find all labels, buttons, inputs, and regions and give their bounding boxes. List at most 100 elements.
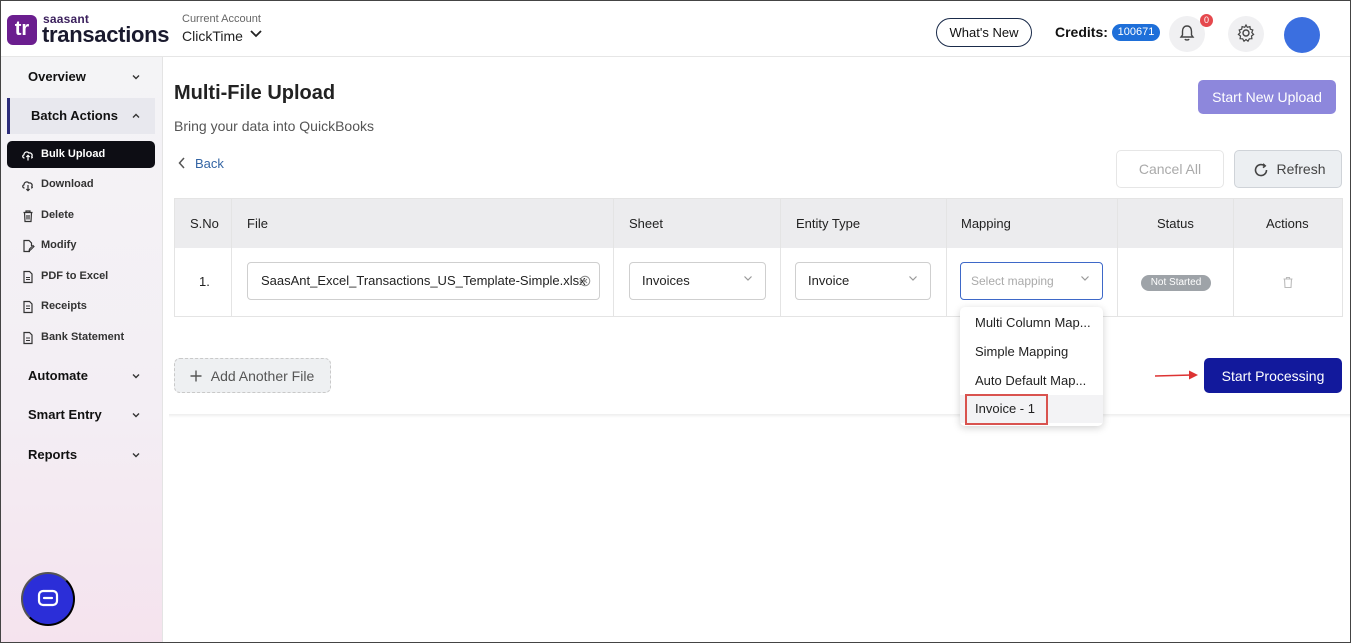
credits-badge: 100671 [1112, 24, 1160, 41]
sidebar-item-label: Download [41, 178, 94, 190]
sidebar-section-smart-entry[interactable]: Smart Entry [7, 397, 155, 433]
whats-new-button[interactable]: What's New [936, 18, 1032, 47]
sidebar-item-label: Bank Statement [41, 331, 125, 343]
file-document-icon [23, 331, 33, 345]
sidebar-section-label: Reports [28, 447, 78, 462]
chevron-down-icon [132, 413, 140, 418]
sidebar-section-label: Batch Actions [31, 108, 118, 123]
entity-type-select[interactable]: Invoice [795, 262, 931, 300]
cancel-all-button[interactable]: Cancel All [1116, 150, 1224, 188]
chevron-down-icon [1081, 276, 1089, 281]
sidebar-item-bulk-upload[interactable]: Bulk Upload [7, 141, 155, 168]
brand-logo-icon[interactable]: tr [7, 15, 37, 45]
column-header: Sheet [629, 216, 663, 231]
file-field[interactable]: SaasAnt_Excel_Transactions_US_Template-S… [247, 262, 600, 300]
receipt-icon [23, 300, 33, 314]
file-edit-icon [23, 239, 35, 253]
chevron-down-icon [132, 453, 140, 458]
column-divider [946, 199, 947, 316]
cloud-download-icon [22, 181, 33, 192]
status-badge: Not Started [1141, 275, 1211, 291]
mapping-option[interactable]: Multi Column Map... [960, 309, 1103, 337]
column-header: Mapping [961, 216, 1011, 231]
mapping-option[interactable]: Auto Default Map... [960, 367, 1103, 395]
annotation-arrow-icon [1154, 370, 1198, 380]
file-pdf-icon [23, 270, 33, 284]
sidebar-item-label: Receipts [41, 300, 87, 312]
divider [169, 414, 1350, 418]
mapping-select[interactable]: Select mapping [960, 262, 1103, 300]
chevron-down-icon[interactable] [249, 27, 263, 41]
sheet-select[interactable]: Invoices [629, 262, 766, 300]
sheet-value: Invoices [642, 273, 690, 288]
back-link[interactable]: Back [177, 156, 224, 173]
trash-icon[interactable] [1282, 276, 1294, 289]
sidebar-section-label: Smart Entry [28, 407, 102, 422]
bell-icon [1179, 24, 1195, 41]
column-divider [613, 199, 614, 316]
account-selector[interactable]: ClickTime [182, 28, 243, 44]
mapping-option[interactable]: Simple Mapping [960, 338, 1103, 366]
upload-table: S.No File Sheet Entity Type Mapping Stat… [174, 198, 1343, 317]
start-new-upload-button[interactable]: Start New Upload [1198, 80, 1336, 114]
app-header: tr saasant transactions Current Account … [1, 1, 1350, 57]
clear-icon[interactable] [579, 275, 591, 287]
refresh-label: Refresh [1276, 161, 1326, 177]
column-header: File [247, 216, 268, 231]
plus-icon [190, 370, 202, 382]
account-label: Current Account [182, 13, 261, 25]
refresh-icon [1254, 163, 1268, 177]
refresh-button[interactable]: Refresh [1234, 150, 1342, 188]
column-header: Entity Type [796, 216, 861, 231]
sidebar-item-modify[interactable]: Modify [7, 232, 155, 259]
sidebar-item-pdf-to-excel[interactable]: PDF to Excel [7, 263, 155, 290]
sidebar-item-receipts[interactable]: Receipts [7, 293, 155, 320]
credits-label: Credits: [1055, 24, 1108, 40]
user-avatar[interactable] [1284, 17, 1320, 53]
entity-type-value: Invoice [808, 273, 850, 288]
file-name: SaasAnt_Excel_Transactions_US_Template-S… [261, 273, 586, 288]
column-header: Actions [1266, 216, 1309, 231]
chevron-down-icon [132, 374, 140, 379]
add-file-label: Add Another File [210, 367, 315, 384]
mapping-placeholder: Select mapping [971, 274, 1054, 288]
sidebar-section-overview[interactable]: Overview [7, 59, 155, 95]
back-label: Back [195, 156, 224, 171]
sidebar-section-reports[interactable]: Reports [7, 437, 155, 473]
column-header: Status [1157, 216, 1194, 231]
column-divider [1233, 199, 1234, 316]
column-divider [231, 199, 232, 316]
sidebar: Overview Batch Actions Bulk Upload Downl… [1, 57, 163, 642]
sidebar-item-label: Delete [41, 209, 75, 221]
cloud-upload-icon [22, 151, 33, 161]
sidebar-section-automate[interactable]: Automate [7, 358, 155, 394]
settings-button[interactable] [1228, 16, 1264, 52]
sidebar-item-bank-statement[interactable]: Bank Statement [7, 324, 155, 351]
chevron-down-icon [132, 75, 140, 80]
sidebar-item-delete[interactable]: Delete [7, 202, 155, 229]
column-header: S.No [190, 216, 219, 231]
chat-icon [37, 589, 59, 606]
sidebar-section-batch-actions[interactable]: Batch Actions [7, 98, 155, 134]
chevron-down-icon [909, 276, 917, 281]
chevron-up-icon [132, 113, 140, 118]
column-divider [1117, 199, 1118, 316]
start-processing-button[interactable]: Start Processing [1204, 358, 1342, 393]
gear-icon [1237, 23, 1255, 42]
chevron-left-icon [178, 157, 185, 169]
chevron-down-icon [744, 276, 752, 281]
sidebar-item-label: PDF to Excel [41, 270, 109, 282]
row-number: 1. [199, 274, 210, 289]
annotation-highlight-box [965, 394, 1048, 425]
sidebar-item-download[interactable]: Download [7, 171, 155, 198]
chat-support-button[interactable] [21, 572, 75, 626]
trash-icon [23, 210, 33, 223]
brand-name: transactions [42, 22, 170, 47]
page-subtitle: Bring your data into QuickBooks [174, 118, 374, 134]
sidebar-item-label: Modify [41, 239, 77, 251]
notification-count-badge: 0 [1200, 14, 1213, 27]
sidebar-section-label: Automate [28, 368, 88, 383]
add-another-file-button[interactable]: Add Another File [174, 358, 331, 393]
sidebar-item-label: Bulk Upload [41, 148, 106, 160]
sidebar-section-label: Overview [28, 69, 86, 84]
